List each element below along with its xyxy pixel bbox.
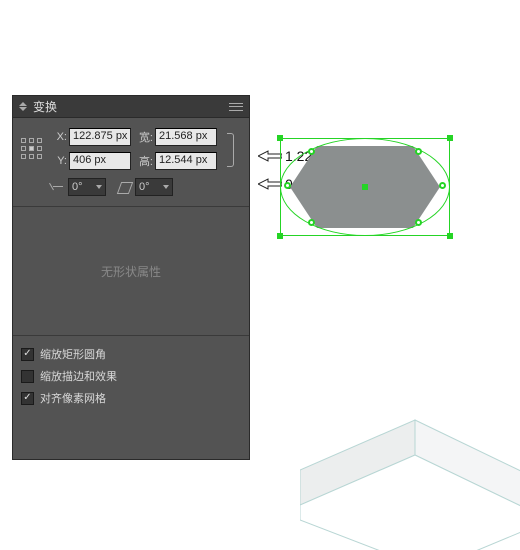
width-label: 宽: [135,129,153,145]
checkbox-icon [21,392,34,405]
reference-point-grid[interactable] [19,136,45,162]
anchor-handle[interactable] [308,219,315,226]
anchor-handle[interactable] [308,148,315,155]
rotate-icon [51,180,65,194]
panel-menu-icon[interactable] [227,100,245,114]
align-pixel-checkbox[interactable]: 对齐像素网格 [21,390,241,406]
x-label: X: [49,131,67,143]
panel-title: 变换 [33,98,57,115]
height-label: 高: [135,153,153,169]
scale-corners-checkbox[interactable]: 缩放矩形圆角 [21,346,241,362]
scale-corners-label: 缩放矩形圆角 [40,346,106,362]
constrain-proportions-icon[interactable] [223,131,237,167]
align-pixel-label: 对齐像素网格 [40,390,106,406]
anchor-handle[interactable] [415,148,422,155]
height-input[interactable]: 12.544 px [155,152,217,170]
scale-strokes-checkbox[interactable]: 缩放描边和效果 [21,368,241,384]
anchor-handle[interactable] [439,182,446,189]
scale-strokes-label: 缩放描边和效果 [40,368,117,384]
x-input[interactable]: 122.875 px [69,128,131,146]
arrow-left-icon [258,178,282,190]
collapse-toggle-icon[interactable] [19,102,29,111]
selected-object[interactable] [280,138,450,236]
iso-geometry [300,390,520,550]
y-input[interactable]: 406 px [69,152,131,170]
no-shape-properties-label: 无形状属性 [13,206,249,336]
panel-titlebar[interactable]: 变换 [13,96,249,118]
arrow-left-icon [258,150,282,162]
rotate-input[interactable]: 0° [68,178,106,196]
width-input[interactable]: 21.568 px [155,128,217,146]
shear-icon [118,180,132,194]
anchor-handle[interactable] [284,182,291,189]
shear-input[interactable]: 0° [135,178,173,196]
transform-panel: 变换 X: 122.875 px Y: 406 px 宽: 21.568 px [12,95,250,460]
checkbox-icon [21,370,34,383]
y-label: Y: [49,155,67,167]
center-point-icon [362,184,368,190]
anchor-handle[interactable] [415,219,422,226]
checkbox-icon [21,348,34,361]
